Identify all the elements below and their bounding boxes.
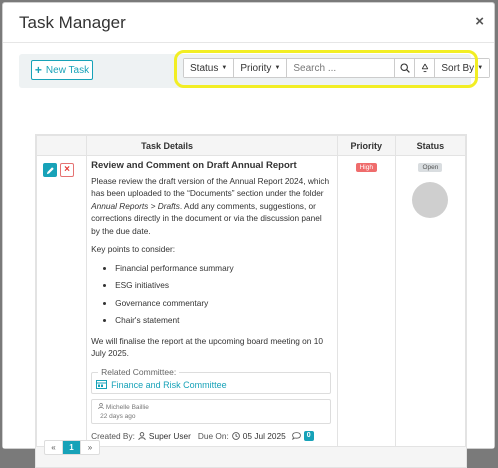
next-page-button[interactable]: »: [81, 441, 99, 454]
modal-header: Task Manager ×: [3, 3, 494, 43]
status-cell: Open: [394, 155, 467, 447]
comment-box: Michelle Baillie 22 days ago: [91, 398, 331, 424]
status-header: Status: [394, 135, 467, 156]
folder-path: Annual Reports > Drafts: [91, 200, 180, 211]
committee-icon: [96, 380, 108, 390]
pencil-icon: [46, 166, 54, 174]
page-1-button[interactable]: 1: [63, 441, 81, 454]
due-on-value: 05 Jul 2025: [242, 430, 286, 441]
task-title: Review and Comment on Draft Annual Repor…: [91, 160, 297, 171]
user-icon: [98, 402, 104, 409]
list-item: Financial performance summary: [115, 262, 331, 275]
caret-down-icon: ▼: [477, 65, 484, 71]
prev-page-button[interactable]: «: [45, 441, 63, 454]
user-icon: [138, 431, 146, 440]
details-cell: Review and Comment on Draft Annual Repor…: [86, 155, 338, 447]
key-points-list: Financial performance summary ESG initia…: [91, 262, 331, 327]
created-by-value: Super User: [148, 430, 191, 441]
modal-title: Task Manager: [19, 13, 126, 32]
key-points-intro: Key points to consider:: [91, 244, 176, 254]
due-on-label: Due On:: [197, 430, 229, 441]
comment-time: 22 days ago: [100, 412, 136, 420]
task-manager-modal: Task Manager × + New Task Task Details P…: [2, 2, 495, 468]
task-description: Please review the draft version of the A…: [91, 175, 331, 238]
new-task-button[interactable]: + New Task: [31, 60, 93, 80]
details-header: Task Details: [86, 135, 338, 156]
list-item: Governance commentary: [115, 297, 331, 310]
related-committee-legend: Related Committee:: [98, 365, 180, 378]
committee-link[interactable]: Finance and Risk Committee: [96, 379, 324, 392]
task-table: Task Details Priority Status × Review an…: [35, 135, 467, 447]
actions-header: [35, 135, 88, 156]
plus-icon: +: [34, 63, 42, 77]
task-table-container: Task Details Priority Status × Review an…: [35, 134, 467, 468]
related-committee-box: Related Committee: Finance and Risk Comm…: [91, 365, 331, 394]
table-row: × Review and Comment on Draft Annual Rep…: [35, 155, 467, 447]
priority-header: Priority: [336, 135, 396, 156]
priority-cell: High: [336, 155, 396, 447]
list-item: Chair's statement: [115, 314, 331, 327]
new-task-label: New Task: [45, 64, 90, 76]
committee-name: Finance and Risk Committee: [111, 379, 227, 390]
list-item: ESG initiatives: [115, 279, 331, 292]
comment-author: Michelle Baillie: [105, 403, 149, 411]
comment-icon[interactable]: [291, 431, 301, 440]
pagination: « 1 »: [44, 440, 100, 455]
edit-button[interactable]: [43, 163, 57, 177]
status-badge: Open: [418, 163, 443, 172]
task-footer: Created By: Super User Due On: 05 Jul 20…: [91, 430, 331, 443]
status-indicator: [412, 182, 449, 218]
description-part-1: Please review the draft version of the A…: [91, 175, 330, 199]
comment-count-badge: 0: [303, 430, 314, 441]
modal-body: + New Task Task Details Priority Status: [3, 44, 494, 468]
delete-button[interactable]: ×: [60, 163, 74, 177]
highlight-annotation: [174, 50, 478, 88]
close-button[interactable]: ×: [475, 13, 484, 30]
clock-icon: [231, 431, 240, 440]
close-icon: ×: [64, 164, 70, 175]
finalise-note: We will finalise the report at the upcom…: [91, 335, 323, 359]
priority-badge: High: [355, 163, 377, 172]
actions-cell: ×: [35, 155, 88, 447]
